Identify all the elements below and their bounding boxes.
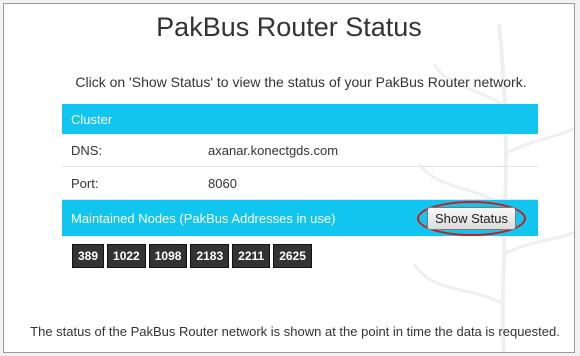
node-badge: 2625 (273, 244, 312, 268)
footnote-text: The status of the PakBus Router network … (30, 324, 560, 339)
dns-label: DNS: (71, 142, 103, 158)
dns-row: DNS: axanar.konectgds.com (62, 134, 538, 167)
node-badge: 2183 (190, 244, 230, 268)
port-label: Port: (71, 175, 99, 191)
node-list: 389 1022 1098 2183 2211 2625 (62, 236, 538, 276)
page-title: PakBus Router Status (156, 12, 422, 42)
port-value: 8060 (208, 175, 237, 191)
node-badge: 1098 (148, 244, 188, 268)
node-badge: 1022 (107, 244, 146, 268)
node-badge: 2211 (232, 244, 271, 268)
status-panel: PakBus Router Status Click on 'Show Stat… (3, 3, 575, 353)
port-row: Port: 8060 (62, 167, 538, 200)
show-status-button[interactable]: Show Status (427, 206, 516, 230)
maintained-nodes-label: Maintained Nodes (PakBus Addresses in us… (71, 210, 336, 226)
cluster-table: Cluster DNS: axanar.konectgds.com Port: … (62, 104, 538, 276)
maintained-nodes-header: Maintained Nodes (PakBus Addresses in us… (62, 200, 538, 236)
highlight-ring: Show Status (417, 200, 526, 236)
intro-text: Click on 'Show Status' to view the statu… (75, 74, 527, 90)
cluster-header: Cluster (62, 104, 538, 134)
dns-value: axanar.konectgds.com (208, 142, 339, 158)
node-badge: 389 (72, 244, 105, 268)
